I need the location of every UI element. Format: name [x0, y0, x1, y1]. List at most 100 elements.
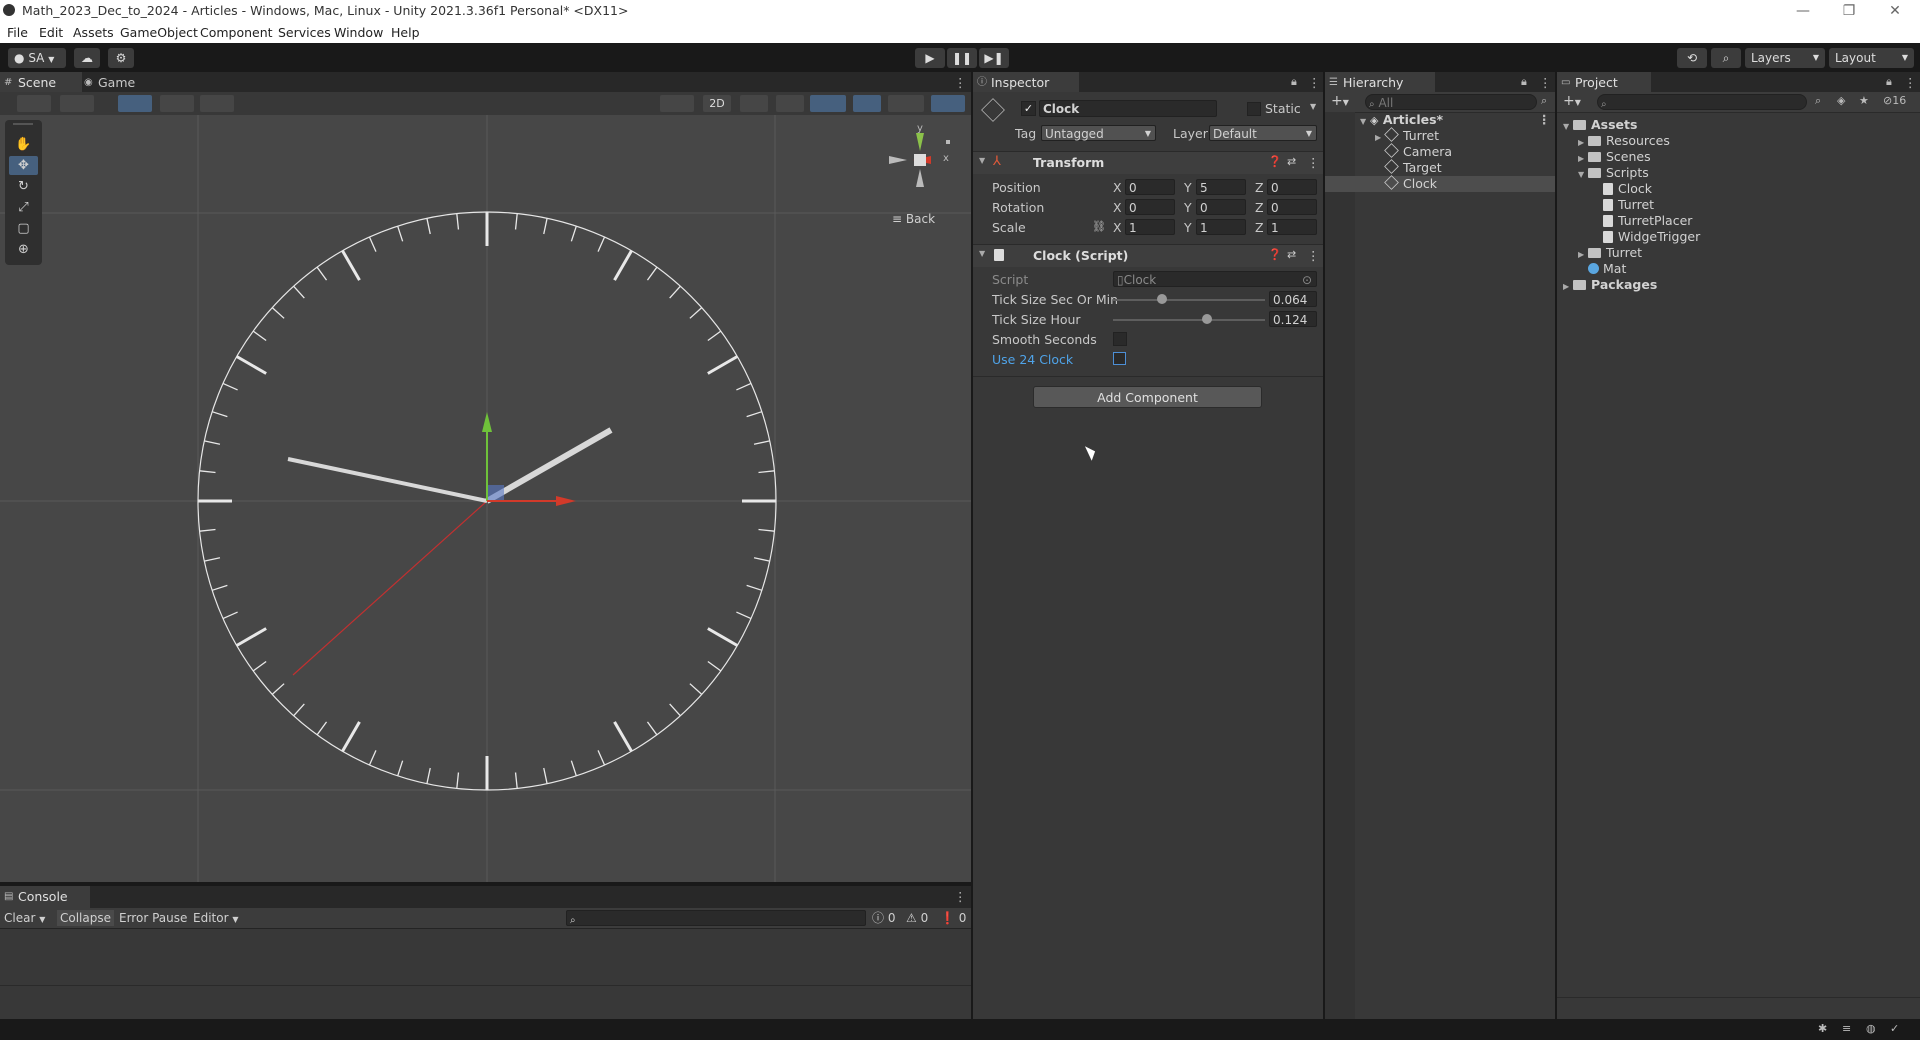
scene-view[interactable]: y x ≡ Back: [0, 115, 971, 882]
cloud-icon[interactable]: ☁: [74, 48, 100, 68]
inspector-more-icon[interactable]: ⋮: [1308, 75, 1321, 90]
audio-toggle[interactable]: [740, 95, 768, 112]
tab-project[interactable]: ▭ Project: [1557, 72, 1651, 94]
lock-icon[interactable]: 🔒︎: [1291, 75, 1297, 89]
camera-settings-button[interactable]: [888, 95, 924, 112]
console-editor-dropdown[interactable]: Editor ▼: [193, 910, 239, 926]
history-icon[interactable]: ⟲: [1677, 48, 1707, 68]
hidden-packages-toggle[interactable]: ⊘16: [1883, 94, 1906, 107]
project-script-turretplacer[interactable]: TurretPlacer: [1603, 213, 1692, 229]
shading-dropdown[interactable]: [60, 95, 94, 112]
tag-dropdown[interactable]: Untagged ▼: [1041, 125, 1156, 141]
grid-snap-button[interactable]: [160, 95, 194, 112]
foldout-arrow-icon[interactable]: ▼: [979, 156, 985, 165]
project-folder-resources[interactable]: ▶ Resources: [1578, 133, 1670, 149]
restore-button[interactable]: ❐: [1826, 0, 1872, 22]
menu-assets[interactable]: Assets: [73, 25, 114, 40]
project-script-clock[interactable]: Clock: [1603, 181, 1652, 197]
debug-icon[interactable]: ✱: [1818, 1022, 1827, 1035]
smooth-seconds-checkbox[interactable]: [1113, 332, 1127, 346]
transform-header[interactable]: ▼ ⅄ Transform ❓ ⇄ ⋮: [973, 151, 1323, 174]
cache-server-icon[interactable]: ≡: [1842, 1022, 1851, 1035]
hierarchy-item-camera[interactable]: Camera: [1384, 143, 1452, 160]
gizmos-button[interactable]: [931, 95, 965, 112]
scale-x-field[interactable]: 1: [1125, 219, 1175, 235]
hierarchy-item-target[interactable]: Target: [1384, 159, 1442, 176]
tab-console[interactable]: ▤ Console: [0, 886, 90, 908]
hierarchy-item-turret[interactable]: ▶ Turret: [1375, 127, 1439, 144]
foldout-arrow-icon[interactable]: ▼: [979, 249, 985, 258]
project-add-button[interactable]: +▼: [1563, 93, 1581, 109]
hierarchy-add-button[interactable]: +▼: [1331, 93, 1349, 109]
tab-scene[interactable]: # Scene: [0, 72, 82, 94]
tick-sec-field[interactable]: 0.064: [1269, 291, 1317, 307]
layout-dropdown[interactable]: Layout ▼: [1829, 48, 1914, 68]
minimize-button[interactable]: —: [1780, 0, 1826, 22]
rotation-z-field[interactable]: 0: [1267, 199, 1317, 215]
fx-toggle[interactable]: [776, 95, 804, 112]
mode-2d-button[interactable]: 2D: [703, 95, 731, 112]
project-lock-icon[interactable]: 🔒︎: [1886, 75, 1892, 89]
console-error-pause-button[interactable]: Error Pause: [119, 910, 187, 926]
lighting-toggle[interactable]: [660, 95, 694, 112]
scene-canvas[interactable]: [0, 115, 971, 882]
move-y-arrow-icon[interactable]: [482, 412, 492, 432]
scene-visibility-button[interactable]: [810, 95, 846, 112]
hierarchy-more-icon[interactable]: ⋮: [1539, 75, 1552, 90]
help-icon[interactable]: ❓: [1268, 155, 1282, 168]
project-folder-scripts[interactable]: ▼ Scripts: [1578, 165, 1649, 181]
menu-gameobject[interactable]: GameObject: [120, 25, 198, 40]
snap-increment-button[interactable]: [200, 95, 234, 112]
transform-more-icon[interactable]: ⋮: [1307, 155, 1320, 170]
layers-dropdown[interactable]: Layers ▼: [1745, 48, 1825, 68]
project-folder-scenes[interactable]: ▶ Scenes: [1578, 149, 1651, 165]
tab-inspector[interactable]: ⓘ Inspector: [973, 72, 1079, 94]
scale-tool-icon[interactable]: ⤢: [9, 198, 38, 217]
console-more-icon[interactable]: ⋮: [954, 889, 967, 904]
rotate-tool-icon[interactable]: ↻: [9, 177, 38, 196]
active-checkbox[interactable]: ✓: [1021, 101, 1036, 116]
rect-tool-icon[interactable]: ▢: [9, 219, 38, 238]
static-dropdown-icon[interactable]: ▼: [1310, 102, 1316, 111]
position-x-field[interactable]: 0: [1125, 179, 1175, 195]
close-button[interactable]: ✕: [1872, 0, 1918, 22]
hierarchy-item-clock[interactable]: Clock: [1384, 175, 1437, 192]
console-warning-toggle[interactable]: ⚠ 0: [906, 910, 928, 926]
clock-script-header[interactable]: ▼ Clock (Script) ❓ ⇄ ⋮: [973, 244, 1323, 267]
menu-window[interactable]: Window: [334, 25, 383, 40]
console-info-toggle[interactable]: ⓘ 0: [872, 910, 895, 926]
layer-dropdown[interactable]: Default ▼: [1209, 125, 1317, 141]
pivot-tool-button[interactable]: [118, 95, 152, 112]
pause-button[interactable]: ❚❚: [947, 48, 977, 68]
project-folder-packages[interactable]: ▶ Packages: [1563, 277, 1657, 293]
console-clear-button[interactable]: Clear ▼: [4, 910, 45, 926]
collab-gear-icon[interactable]: ⚙: [108, 48, 134, 68]
preset-icon[interactable]: ⇄: [1287, 155, 1296, 168]
hidden-objects-button[interactable]: [853, 95, 881, 112]
menu-edit[interactable]: Edit: [39, 25, 63, 40]
preset-icon[interactable]: ⇄: [1287, 248, 1296, 261]
tab-game[interactable]: ◉ Game: [80, 72, 160, 94]
tick-sec-slider[interactable]: [1113, 294, 1265, 304]
scale-z-field[interactable]: 1: [1267, 219, 1317, 235]
search-by-type-icon[interactable]: ⌕: [1815, 94, 1821, 108]
favorites-icon[interactable]: ★: [1859, 94, 1869, 107]
scale-y-field[interactable]: 1: [1196, 219, 1246, 235]
console-collapse-button[interactable]: Collapse: [57, 910, 114, 926]
project-folder-turret[interactable]: ▶ Turret: [1578, 245, 1642, 261]
menu-services[interactable]: Services: [278, 25, 331, 40]
tick-sec-slider-thumb[interactable]: [1156, 294, 1167, 304]
object-name-field[interactable]: Clock: [1039, 100, 1217, 117]
account-dropdown[interactable]: ● SA ▼: [8, 48, 66, 68]
tab-hierarchy[interactable]: ☰ Hierarchy: [1325, 72, 1435, 94]
scene-search-icon[interactable]: ⌕: [1541, 94, 1547, 108]
scene-more-icon[interactable]: ⋮: [954, 75, 967, 90]
move-x-arrow-icon[interactable]: [556, 496, 576, 506]
position-y-field[interactable]: 5: [1196, 179, 1246, 195]
scene-more-icon[interactable]: ⋮: [1538, 112, 1551, 127]
move-tool-icon[interactable]: ✥: [9, 156, 38, 175]
scene-row[interactable]: ▼ ◈ Articles* ⋮: [1360, 112, 1551, 128]
project-folder-assets[interactable]: ▼ Assets: [1563, 117, 1637, 133]
play-button[interactable]: ▶: [915, 48, 945, 68]
project-search-input[interactable]: ⌕: [1597, 94, 1807, 110]
